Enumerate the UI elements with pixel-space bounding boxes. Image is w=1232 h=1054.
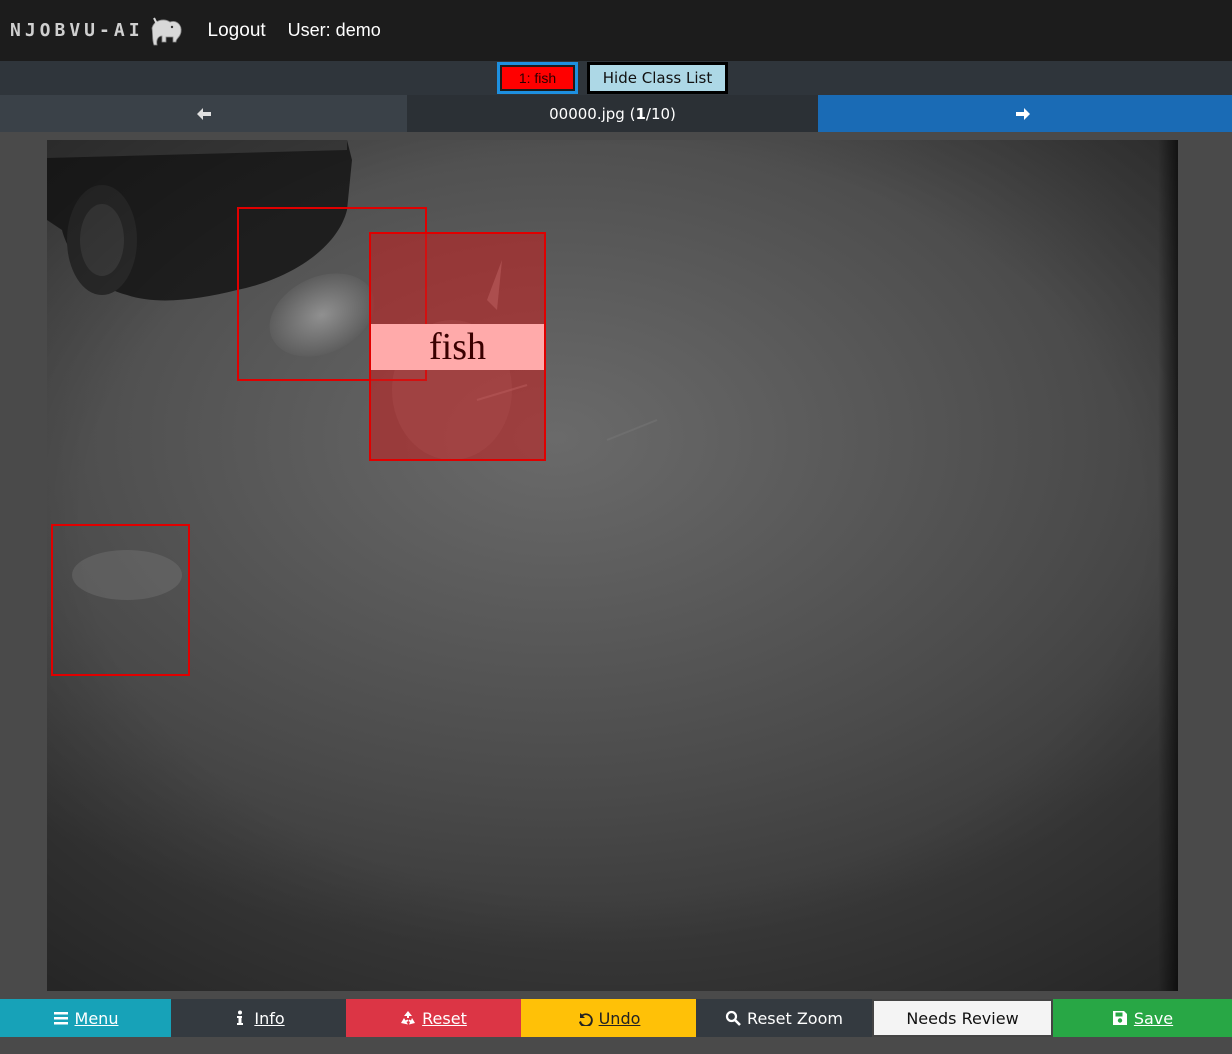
image-navigation: 00000.jpg (1/10) [0, 95, 1232, 132]
info-button[interactable]: Info [171, 999, 346, 1037]
needs-review-button[interactable]: Needs Review [872, 999, 1053, 1037]
next-image-button[interactable] [818, 95, 1228, 132]
annotation-canvas[interactable]: fish [47, 140, 1178, 991]
arrow-right-icon [1016, 107, 1030, 120]
logo[interactable]: NJOBVU-AI [10, 14, 186, 48]
reset-zoom-button[interactable]: Reset Zoom [696, 999, 872, 1037]
vignette [47, 140, 1178, 991]
info-label: Info [254, 1008, 285, 1028]
previous-image-button[interactable] [0, 95, 407, 132]
undo-icon [578, 1013, 593, 1026]
reset-button[interactable]: Reset [346, 999, 521, 1037]
photo-edge [1158, 140, 1178, 991]
info-icon [237, 1010, 244, 1025]
user-label: User: demo [287, 20, 381, 40]
image-total: 10 [650, 104, 671, 123]
class-bar: 1: fish Hide Class List [0, 61, 1232, 95]
class-fish-button[interactable]: 1: fish [497, 62, 578, 94]
undo-label: Undo [598, 1008, 641, 1028]
nav-edge [1228, 95, 1232, 132]
reset-label: Reset [422, 1008, 467, 1028]
needs-review-label: Needs Review [906, 1008, 1019, 1028]
menu-label: Menu [74, 1008, 119, 1028]
top-navbar: NJOBVU-AI Logout User: demo [0, 0, 1232, 61]
bounding-box[interactable] [51, 524, 190, 676]
elephant-logo-icon [151, 17, 182, 45]
image-filename: 00000.jpg (1/10) [407, 95, 818, 132]
menu-button[interactable]: Menu [0, 999, 171, 1037]
image-index: 1 [635, 104, 646, 123]
logo-text: NJOBVU-AI [10, 20, 144, 41]
bars-icon [53, 1012, 68, 1025]
filename-text: 00000.jpg [549, 104, 625, 123]
save-button[interactable]: Save [1053, 999, 1232, 1037]
bounding-box-label: fish [371, 324, 544, 370]
class-fish-label: 1: fish [502, 67, 573, 89]
bottom-toolbar: Menu Info Reset Undo Reset Zoom Needs Re… [0, 999, 1232, 1037]
reset-zoom-label: Reset Zoom [747, 1008, 843, 1028]
hide-class-list-button[interactable]: Hide Class List [587, 62, 728, 94]
recycle-icon [401, 1011, 416, 1025]
undo-button[interactable]: Undo [521, 999, 696, 1037]
arrow-left-icon [196, 107, 211, 120]
save-label: Save [1133, 1008, 1174, 1028]
bounding-box-selected[interactable]: fish [369, 232, 546, 461]
search-icon [725, 1010, 741, 1026]
logout-link[interactable]: Logout [208, 20, 266, 42]
save-icon [1112, 1011, 1127, 1025]
